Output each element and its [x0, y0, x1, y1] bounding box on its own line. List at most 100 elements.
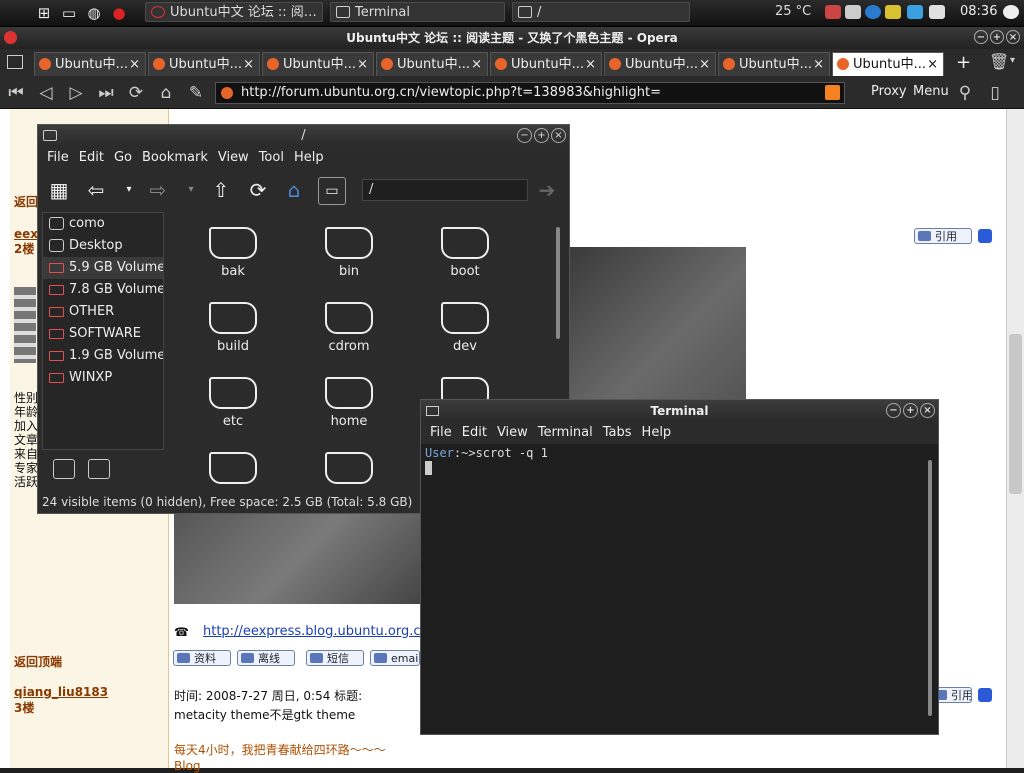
folder-item[interactable]: home — [304, 362, 394, 434]
profile-button[interactable]: 资料 — [173, 650, 231, 666]
media-icon[interactable] — [865, 5, 881, 19]
trash-icon[interactable]: 🗑 — [989, 52, 1009, 71]
folder-item[interactable]: cdrom — [304, 287, 394, 359]
maximize-icon[interactable]: + — [534, 128, 549, 143]
email-button[interactable]: email — [370, 650, 420, 666]
folder-item[interactable]: build — [188, 287, 278, 359]
power-icon[interactable] — [1003, 5, 1019, 19]
edit-icon[interactable]: ✎ — [186, 83, 206, 103]
tab-2[interactable]: Ubuntu中... × — [148, 52, 260, 76]
close-tab-icon[interactable]: × — [471, 53, 482, 76]
folder-item[interactable]: dev — [420, 287, 510, 359]
terminal-output[interactable]: User:~>scrot -q 1 — [425, 446, 925, 716]
sidebar-item-desktop[interactable]: Desktop — [43, 235, 163, 257]
folder-item[interactable]: bak — [188, 212, 278, 284]
tab-5[interactable]: Ubuntu中... × — [490, 52, 602, 76]
folder-grid-scrollbar[interactable] — [556, 227, 560, 339]
minimize-icon[interactable]: − — [886, 403, 901, 418]
open-folder-icon[interactable] — [88, 459, 110, 479]
weather-temperature[interactable]: 25 °C — [775, 4, 811, 19]
chevron-down-icon[interactable]: ▾ — [1010, 55, 1015, 66]
reload-icon[interactable]: ⟳ — [126, 83, 146, 103]
maximize-icon[interactable]: + — [990, 30, 1004, 44]
terminal-menu-terminal[interactable]: Terminal — [533, 422, 598, 444]
terminal-menu-file[interactable]: File — [425, 422, 457, 444]
forward-icon[interactable]: ⇨ — [145, 177, 171, 203]
notes-icon[interactable] — [885, 5, 901, 19]
back-icon[interactable]: ⇦ — [83, 177, 109, 203]
up-icon[interactable]: ⇧ — [208, 177, 234, 203]
signature-link[interactable]: http://eexpress.blog.ubuntu.org.cn/ — [203, 624, 433, 639]
tab-3[interactable]: Ubuntu中... × — [262, 52, 374, 76]
folder-item[interactable] — [188, 437, 278, 487]
drive-icon[interactable] — [53, 459, 75, 479]
close-icon[interactable]: × — [1006, 30, 1020, 44]
close-tab-icon[interactable]: × — [585, 53, 596, 76]
grid-view-icon[interactable]: ▦ — [46, 177, 72, 203]
go-icon[interactable]: ➔ — [534, 177, 560, 203]
back-to-top-link[interactable]: 返回 — [14, 193, 38, 210]
menu-tool[interactable]: Tool — [254, 147, 289, 169]
menu-go[interactable]: Go — [109, 147, 137, 169]
page-scrollbar[interactable] — [1006, 109, 1024, 768]
pm-button[interactable]: 短信 — [306, 650, 364, 666]
offline-button[interactable]: 离线 — [237, 650, 295, 666]
menu-button[interactable]: Menu — [913, 84, 949, 99]
sidebar-item-como[interactable]: como — [43, 213, 163, 235]
minimize-icon[interactable]: − — [974, 30, 988, 44]
close-icon[interactable]: × — [551, 128, 566, 143]
close-tab-icon[interactable]: × — [927, 53, 938, 76]
sidebar-item-software[interactable]: SOFTWARE — [43, 323, 163, 345]
taskbar-item-opera[interactable]: Ubuntu中文 论坛 :: 阅… — [145, 2, 323, 22]
maximize-icon[interactable]: + — [903, 403, 918, 418]
sidebar-item-other[interactable]: OTHER — [43, 301, 163, 323]
tab-8[interactable]: Ubuntu中... × — [832, 52, 944, 76]
tab-7[interactable]: Ubuntu中... × — [718, 52, 830, 76]
globe-icon[interactable]: ◍ — [84, 3, 104, 23]
scroll-thumb[interactable] — [1009, 334, 1022, 494]
menu-file[interactable]: File — [42, 147, 74, 169]
file-manager-titlebar[interactable]: / − + × — [38, 125, 569, 147]
open-folder-icon[interactable]: ▭ — [318, 177, 346, 205]
edit-post-icon-2[interactable] — [978, 688, 992, 702]
opera-launcher-icon[interactable]: ● — [109, 3, 129, 23]
terminal-menu-help[interactable]: Help — [637, 422, 677, 444]
back-to-top-link-2[interactable]: 返回顶端 — [14, 653, 62, 670]
terminal-scrollbar[interactable] — [928, 460, 932, 716]
chevron-down-icon[interactable]: ▾ — [178, 177, 204, 203]
folder-item[interactable] — [304, 437, 394, 487]
back-icon[interactable]: ◁ — [36, 83, 56, 103]
minimize-icon[interactable]: − — [517, 128, 532, 143]
edit-post-icon[interactable] — [978, 229, 992, 243]
home-icon[interactable]: ⌂ — [281, 177, 307, 203]
tab-4[interactable]: Ubuntu中... × — [376, 52, 488, 76]
panel-toggle-icon[interactable] — [7, 55, 23, 69]
terminal-titlebar[interactable]: Terminal − + × — [421, 400, 938, 422]
show-desktop-icon[interactable]: ▭ — [59, 3, 79, 23]
menu-view[interactable]: View — [213, 147, 254, 169]
clock[interactable]: 08:36 — [960, 4, 997, 19]
terminal-menu-tabs[interactable]: Tabs — [598, 422, 637, 444]
close-tab-icon[interactable]: × — [357, 53, 368, 76]
fast-forward-icon[interactable]: ⏭ — [96, 83, 116, 103]
proxy-button[interactable]: Proxy — [871, 84, 907, 99]
close-tab-icon[interactable]: × — [699, 53, 710, 76]
tab-6[interactable]: Ubuntu中... × — [604, 52, 716, 76]
close-icon[interactable]: × — [920, 403, 935, 418]
folder-item[interactable]: bin — [304, 212, 394, 284]
sidebar-item-7-8-gb-volume[interactable]: 7.8 GB Volume — [43, 279, 163, 301]
home-icon[interactable]: ⌂ — [156, 83, 176, 103]
tab-1[interactable]: Ubuntu中... × — [34, 52, 146, 76]
menu-bookmark[interactable]: Bookmark — [137, 147, 213, 169]
clipboard-icon[interactable] — [929, 5, 945, 19]
network-icon[interactable] — [825, 5, 841, 19]
menu-edit[interactable]: Edit — [74, 147, 109, 169]
path-input[interactable]: / — [362, 179, 528, 201]
sidebar-item-1-9-gb-volume[interactable]: 1.9 GB Volume — [43, 345, 163, 367]
terminal-menu-edit[interactable]: Edit — [457, 422, 492, 444]
taskbar-item-terminal[interactable]: Terminal — [330, 2, 505, 22]
close-tab-icon[interactable]: × — [243, 53, 254, 76]
post-author-link[interactable]: eex — [14, 227, 38, 241]
folder-item[interactable]: boot — [420, 212, 510, 284]
close-tab-icon[interactable]: × — [129, 53, 140, 76]
